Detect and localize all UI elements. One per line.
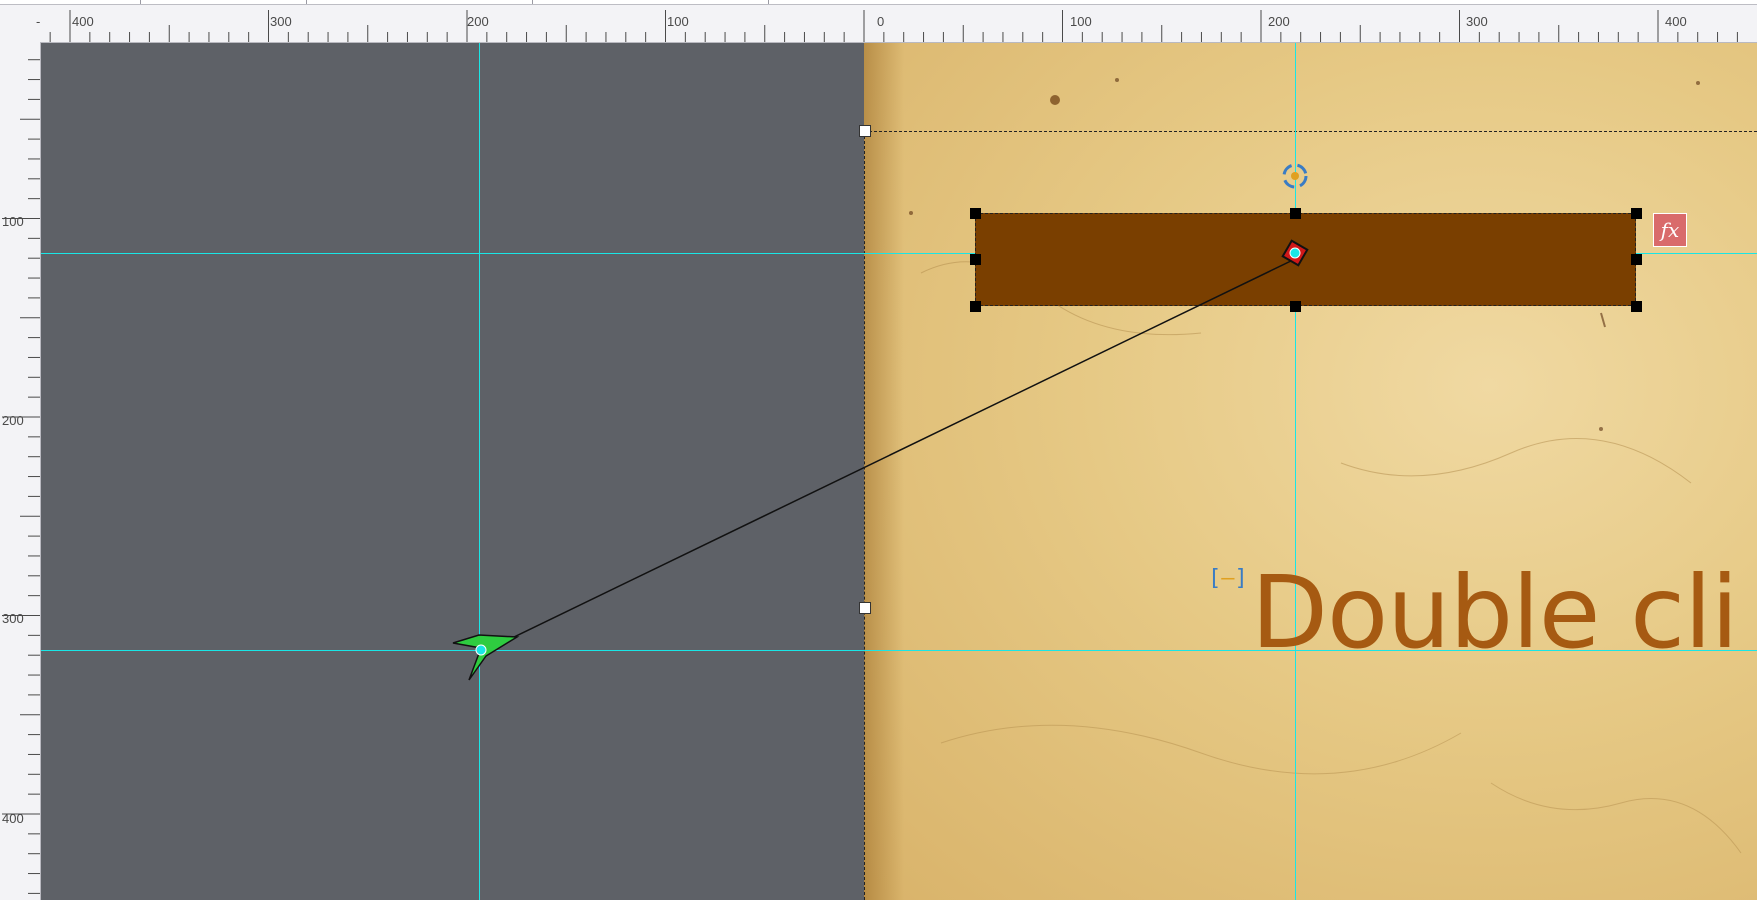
rotate-icon[interactable] — [1282, 163, 1308, 189]
ruler-label-300-right: 300 — [1466, 14, 1488, 29]
tab-segment[interactable] — [141, 0, 307, 4]
text-frame-content[interactable]: Double cli — [1251, 563, 1739, 663]
tab-segment[interactable] — [307, 0, 533, 4]
ruler-label-400-vertical: 400 — [2, 811, 24, 826]
vertical-ruler[interactable]: 100 200 300 400 — [0, 42, 41, 900]
design-canvas[interactable]: fx [–] Double cli — [41, 43, 1757, 900]
ruler-label-0: 0 — [877, 14, 885, 29]
text-frame-marker-icon[interactable]: [–] — [1208, 568, 1248, 590]
ruler-label-300-left: 300 — [270, 14, 292, 29]
effects-badge[interactable]: fx — [1653, 213, 1687, 247]
selection-overlay — [452, 163, 1309, 681]
text-frame-bracket-open: [ — [1208, 566, 1222, 591]
anchor-point-icon[interactable] — [1281, 239, 1309, 267]
ruler-label-200-vertical: 200 — [2, 413, 24, 428]
motion-target-arrow-icon[interactable] — [452, 634, 520, 681]
ruler-label-400-left: 400 — [72, 14, 94, 29]
text-frame-bracket-close: ] — [1234, 566, 1248, 591]
tab-segment[interactable] — [0, 0, 141, 4]
vertical-ruler-ticks — [2, 59, 40, 894]
ruler-minus-label: - — [36, 14, 41, 29]
ruler-label-100-right: 100 — [1070, 14, 1092, 29]
text-frame-bracket-dash: – — [1221, 566, 1235, 591]
motion-path-line — [480, 258, 1296, 654]
ruler-label-200-right: 200 — [1268, 14, 1290, 29]
ruler-label-400-right: 400 — [1665, 14, 1687, 29]
horizontal-ruler[interactable]: - 400 300 200 100 0 100 200 300 400 — [0, 5, 1757, 43]
tab-segment[interactable] — [533, 0, 769, 4]
ruler-label-300-vertical: 300 — [2, 611, 24, 626]
ruler-label-100-vertical: 100 — [2, 214, 24, 229]
ruler-label-200-left: 200 — [467, 14, 489, 29]
ruler-label-100-left: 100 — [667, 14, 689, 29]
